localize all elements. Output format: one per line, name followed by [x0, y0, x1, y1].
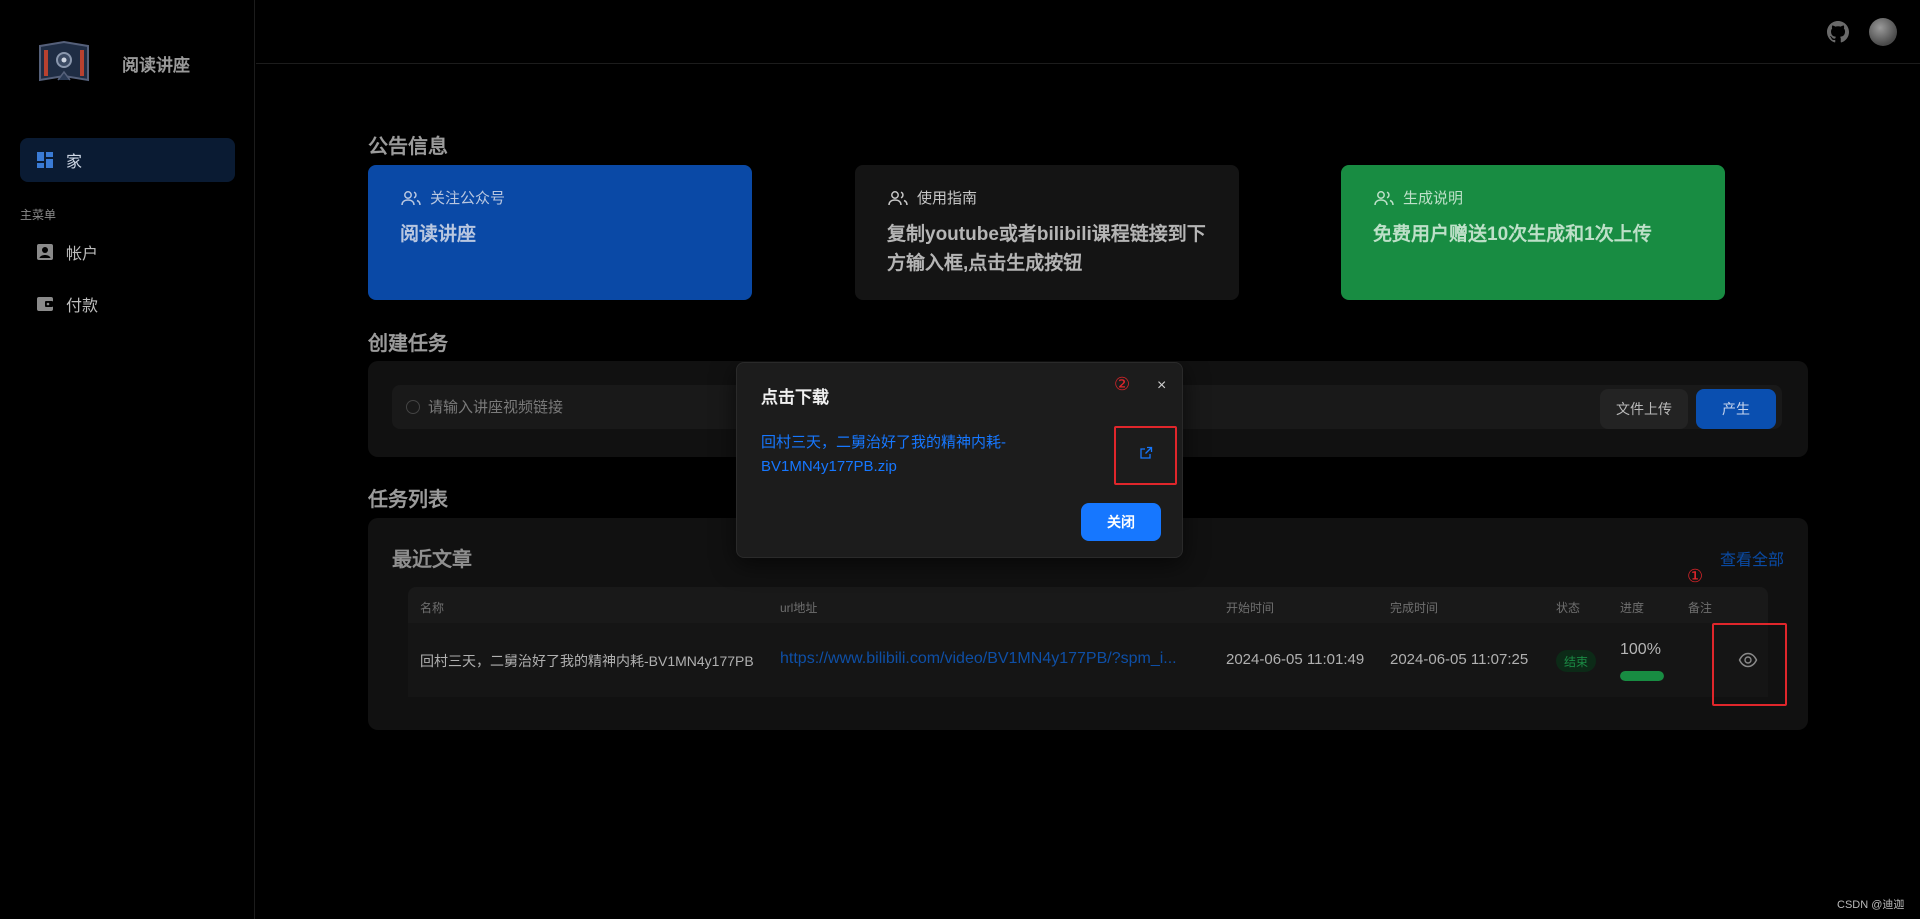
- card-body-text: 复制youtube或者bilibili课程链接到下方输入框,点击生成按钮: [887, 224, 1206, 274]
- brand-name: 阅读讲座: [122, 55, 190, 75]
- task-name: 回村三天，二舅治好了我的精神内耗-BV1MN4y177PB: [420, 653, 754, 669]
- sidebar-item-label: 付款: [66, 298, 99, 315]
- card-head-label: 生成说明: [1403, 190, 1464, 207]
- github-icon[interactable]: [1827, 21, 1849, 43]
- card-head-label: 关注公众号: [430, 190, 506, 207]
- create-task-title: 创建任务: [368, 333, 448, 355]
- status-badge: 结束: [1556, 650, 1597, 672]
- link-icon: [406, 400, 420, 414]
- announcement-card-follow: 关注公众号 阅读讲座: [368, 165, 752, 300]
- annotation-marker-1: ①: [1687, 566, 1704, 587]
- generate-button[interactable]: 产生: [1696, 389, 1776, 429]
- top-header: [256, 0, 1920, 64]
- dashboard-icon: [37, 152, 53, 168]
- card-body-text: 免费用户赠送10次生成和1次上传: [1373, 224, 1652, 245]
- brand: 阅读讲座: [36, 40, 190, 86]
- announcement-card-guide: 使用指南 复制youtube或者bilibili课程链接到下方输入框,点击生成按…: [855, 165, 1239, 300]
- modal-title: 点击下载: [761, 388, 829, 407]
- submenu-title: 主菜单: [20, 208, 57, 222]
- announcement-card-generation: 生成说明 免费用户赠送10次生成和1次上传: [1341, 165, 1725, 300]
- task-end-time: 2024-06-05 11:07:25: [1390, 651, 1529, 668]
- table-row: 回村三天，二舅治好了我的精神内耗-BV1MN4y177PB https://ww…: [408, 623, 1768, 697]
- card-head-label: 使用指南: [917, 190, 978, 207]
- wallet-icon: [37, 297, 53, 311]
- progress-fill: [1620, 671, 1664, 681]
- user-avatar[interactable]: [1869, 18, 1897, 46]
- close-icon[interactable]: ×: [1157, 377, 1166, 395]
- column-header-end: 完成时间: [1390, 601, 1439, 615]
- column-header-progress: 进度: [1620, 601, 1645, 615]
- column-header-status: 状态: [1556, 601, 1581, 615]
- column-header-url: url地址: [780, 601, 818, 615]
- users-icon: [1374, 190, 1394, 205]
- account-icon: [37, 244, 53, 260]
- progress-bar: [1620, 671, 1664, 681]
- view-all-link[interactable]: 查看全部: [1720, 546, 1784, 570]
- sidebar-item-account[interactable]: 帐户: [36, 234, 236, 270]
- sidebar-item-label: 家: [66, 154, 83, 171]
- task-start-time: 2024-06-05 11:01:49: [1226, 651, 1365, 668]
- sidebar: 阅读讲座 家 主菜单 帐户 付款: [0, 0, 255, 919]
- column-header-name: 名称: [420, 601, 445, 615]
- recent-articles-title: 最近文章: [392, 549, 472, 571]
- users-icon: [401, 190, 421, 205]
- table-header: 名称 url地址 开始时间 完成时间 状态 进度 备注: [408, 587, 1768, 623]
- task-list-title: 任务列表: [368, 489, 448, 511]
- modal-close-button[interactable]: 关闭: [1081, 503, 1161, 541]
- download-file-link[interactable]: 回村三天，二舅治好了我的精神内耗-BV1MN4y177PB.zip: [761, 431, 1061, 479]
- sidebar-item-label: 帐户: [66, 246, 99, 263]
- sidebar-item-payment[interactable]: 付款: [36, 286, 236, 322]
- column-header-remark: 备注: [1688, 601, 1713, 615]
- annotation-box-view: [1712, 623, 1787, 706]
- sidebar-item-home[interactable]: 家: [20, 138, 235, 182]
- brand-logo-icon: [39, 40, 89, 82]
- annotation-box-download: [1114, 426, 1177, 485]
- announcement-title: 公告信息: [368, 136, 448, 158]
- task-url-link[interactable]: https://www.bilibili.com/video/BV1MN4y17…: [780, 650, 1204, 668]
- file-upload-button[interactable]: 文件上传: [1600, 389, 1688, 429]
- card-body-text: 阅读讲座: [400, 224, 477, 245]
- footer-credit: CSDN @迪迦: [1837, 899, 1905, 911]
- progress-text: 100%: [1620, 641, 1661, 658]
- column-header-start: 开始时间: [1226, 601, 1275, 615]
- users-icon: [888, 190, 908, 205]
- annotation-marker-2: ②: [1114, 374, 1131, 395]
